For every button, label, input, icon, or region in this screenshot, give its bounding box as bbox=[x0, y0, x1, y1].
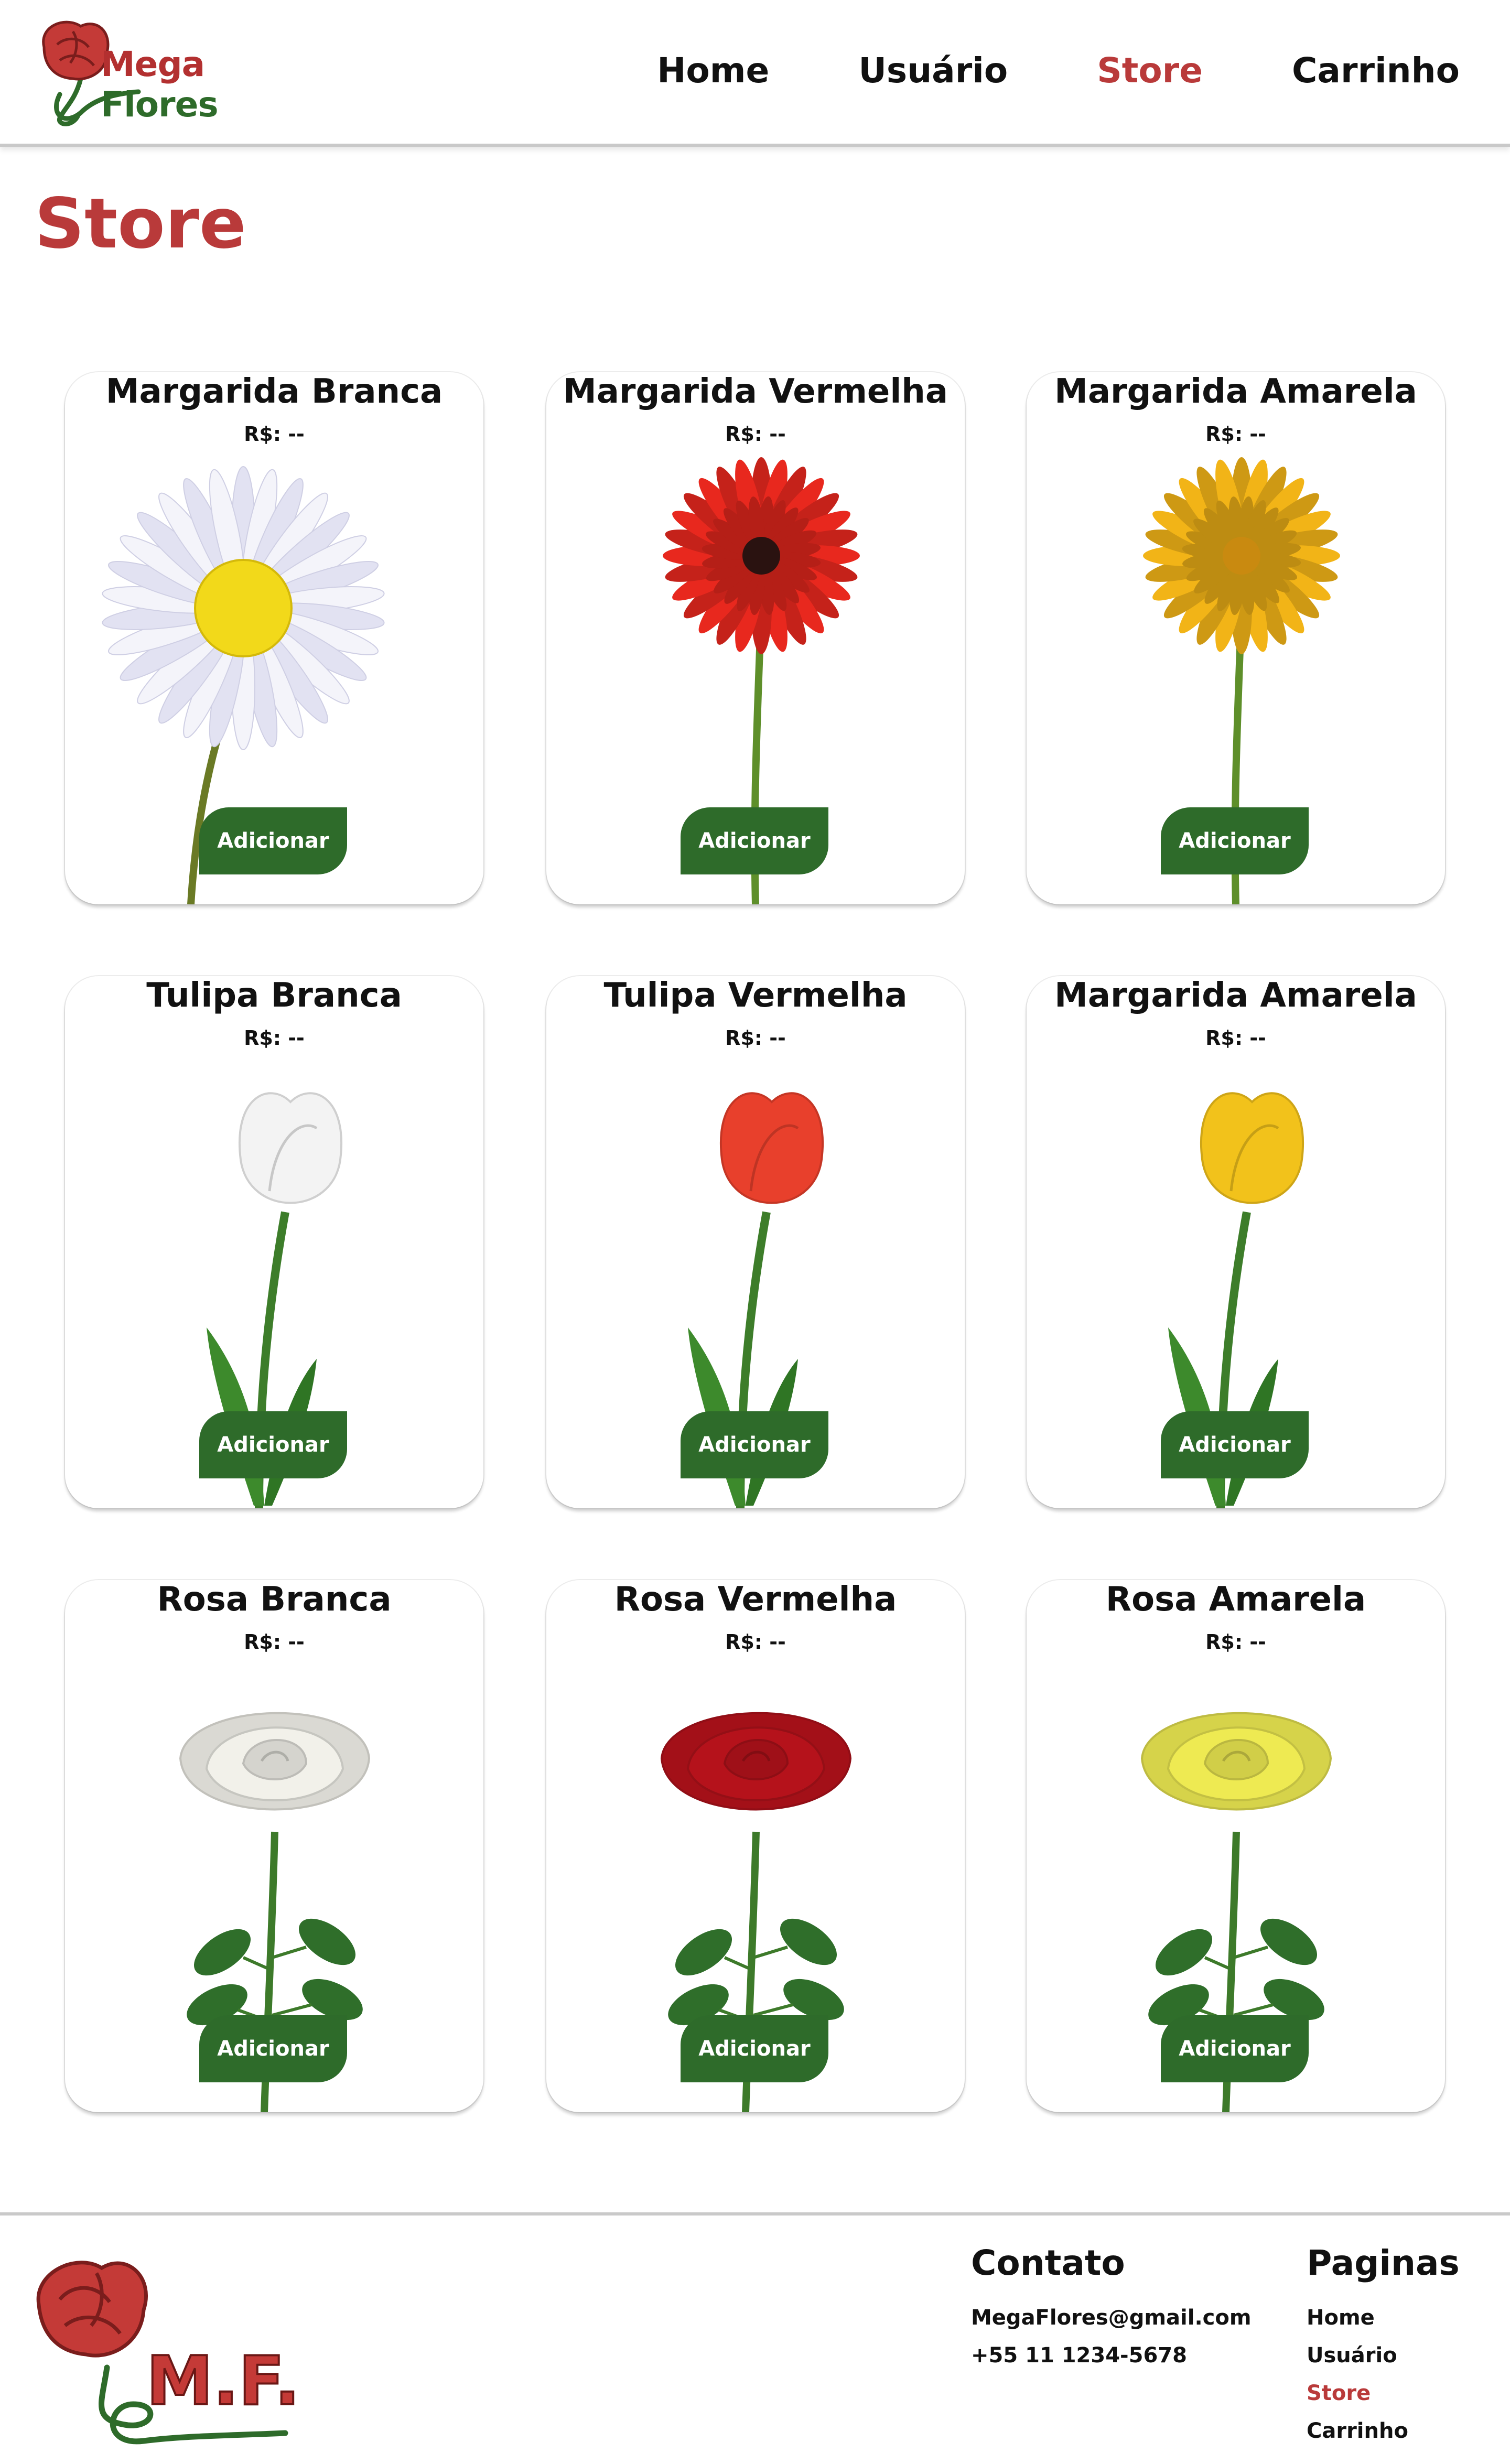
contact-section: Contato MegaFlores@gmail.com +55 11 1234… bbox=[971, 2243, 1252, 2374]
product-card-rosa-amarela: Rosa Amarela R$: -- Adicionar bbox=[1027, 1580, 1445, 2112]
product-price: R$: -- bbox=[1205, 423, 1266, 446]
add-to-cart-button[interactable]: Adicionar bbox=[1161, 2015, 1309, 2082]
main-nav: Home Usuário Store Carrinho bbox=[568, 50, 1460, 91]
site-footer: M.F. Contato MegaFlores@gmail.com +55 11… bbox=[0, 2212, 1510, 2464]
page-title: Store bbox=[35, 183, 246, 264]
product-price: R$: -- bbox=[725, 423, 786, 446]
product-price: R$: -- bbox=[1205, 1026, 1266, 1050]
product-card-margarida-vermelha: Margarida Vermelha R$: -- Adicionar bbox=[546, 372, 965, 904]
add-to-cart-button[interactable]: Adicionar bbox=[1161, 807, 1309, 874]
product-price: R$: -- bbox=[244, 1026, 305, 1050]
footer-link-home[interactable]: Home bbox=[1307, 2299, 1460, 2337]
brand-word-mega: Mega bbox=[101, 44, 205, 84]
product-card-rosa-vermelha: Rosa Vermelha R$: -- Adicionar bbox=[546, 1580, 965, 2112]
product-price: R$: -- bbox=[725, 1026, 786, 1050]
product-card-tulipa-branca: Tulipa Branca R$: -- Adicionar bbox=[65, 976, 483, 1508]
site-header: Mega Flores Home Usuário Store Carrinho bbox=[0, 0, 1510, 147]
product-name: Margarida Amarela bbox=[1054, 372, 1417, 411]
product-name: Tulipa Vermelha bbox=[603, 976, 908, 1015]
pages-section: Paginas Home Usuário Store Carrinho bbox=[1307, 2243, 1460, 2450]
product-name: Tulipa Branca bbox=[146, 976, 402, 1015]
add-to-cart-button[interactable]: Adicionar bbox=[1161, 1411, 1309, 1478]
product-name: Margarida Vermelha bbox=[563, 372, 948, 411]
product-card-tulipa-amarela: Margarida Amarela R$: -- Adicionar bbox=[1027, 976, 1445, 1508]
product-name: Rosa Amarela bbox=[1105, 1580, 1366, 1619]
rose-logo-icon: M.F. bbox=[36, 2261, 301, 2445]
product-card-margarida-amarela: Margarida Amarela R$: -- Adicionar bbox=[1027, 372, 1445, 904]
footer-link-carrinho[interactable]: Carrinho bbox=[1307, 2412, 1460, 2450]
brand-word-flores: Flores bbox=[101, 84, 219, 125]
contact-email[interactable]: MegaFlores@gmail.com bbox=[971, 2299, 1252, 2337]
footer-brand-mark: M.F. bbox=[146, 2342, 300, 2420]
pages-heading: Paginas bbox=[1307, 2243, 1460, 2283]
brand-wordmark: Mega Flores bbox=[101, 44, 332, 125]
add-to-cart-button[interactable]: Adicionar bbox=[199, 807, 347, 874]
add-to-cart-button[interactable]: Adicionar bbox=[199, 2015, 347, 2082]
product-name: Margarida Amarela bbox=[1054, 976, 1417, 1015]
product-card-tulipa-vermelha: Tulipa Vermelha R$: -- Adicionar bbox=[546, 976, 965, 1508]
add-to-cart-button[interactable]: Adicionar bbox=[681, 807, 828, 874]
product-price: R$: -- bbox=[725, 1630, 786, 1654]
add-to-cart-button[interactable]: Adicionar bbox=[681, 2015, 828, 2082]
brand-logo[interactable]: Mega Flores bbox=[28, 16, 332, 131]
nav-usuario[interactable]: Usuário bbox=[858, 50, 1008, 91]
contact-heading: Contato bbox=[971, 2243, 1125, 2283]
product-card-margarida-branca: Margarida Branca R$: -- Adicionar bbox=[65, 372, 483, 904]
product-name: Rosa Vermelha bbox=[614, 1580, 897, 1619]
footer-link-store[interactable]: Store bbox=[1307, 2374, 1460, 2412]
contact-phone: +55 11 1234-5678 bbox=[971, 2343, 1187, 2368]
product-card-rosa-branca: Rosa Branca R$: -- Adicionar bbox=[65, 1580, 483, 2112]
nav-carrinho[interactable]: Carrinho bbox=[1292, 50, 1460, 91]
add-to-cart-button[interactable]: Adicionar bbox=[681, 1411, 828, 1478]
product-price: R$: -- bbox=[244, 1630, 305, 1654]
footer-link-usuario[interactable]: Usuário bbox=[1307, 2337, 1460, 2374]
footer-logo[interactable]: M.F. bbox=[28, 2247, 301, 2457]
product-name: Rosa Branca bbox=[157, 1580, 392, 1619]
product-name: Margarida Branca bbox=[105, 372, 443, 411]
product-price: R$: -- bbox=[1205, 1630, 1266, 1654]
add-to-cart-button[interactable]: Adicionar bbox=[199, 1411, 347, 1478]
product-price: R$: -- bbox=[244, 423, 305, 446]
nav-store[interactable]: Store bbox=[1097, 50, 1203, 91]
nav-home[interactable]: Home bbox=[657, 50, 769, 91]
